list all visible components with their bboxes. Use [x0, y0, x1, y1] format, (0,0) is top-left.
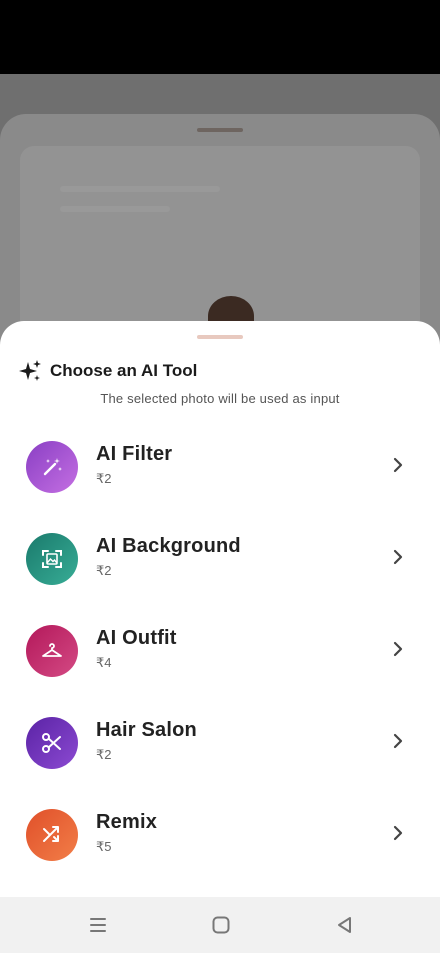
sheet-header: Choose an AI Tool	[18, 359, 197, 383]
chevron-right-icon	[393, 641, 403, 657]
tool-item-hair-salon[interactable]: Hair Salon ₹2	[0, 701, 440, 783]
home-icon[interactable]	[209, 913, 233, 937]
tool-price: ₹2	[96, 471, 112, 486]
tool-name: AI Background	[96, 535, 241, 557]
tool-item-remix[interactable]: Remix ₹5	[0, 793, 440, 875]
tool-item-ai-background[interactable]: AI Background ₹2	[0, 517, 440, 599]
menu-icon[interactable]	[86, 913, 110, 937]
image-frame-icon	[42, 550, 62, 568]
tool-name: Hair Salon	[96, 719, 197, 741]
back-icon[interactable]	[333, 913, 357, 937]
shuffle-icon	[43, 826, 59, 842]
tool-icon-badge	[26, 809, 78, 861]
tool-icon-badge	[26, 441, 78, 493]
tool-icon-badge	[26, 717, 78, 769]
background-sheet-handle	[197, 128, 243, 132]
tool-price: ₹4	[96, 655, 112, 670]
sheet-drag-handle[interactable]	[197, 335, 243, 339]
tool-name: Remix	[96, 811, 158, 833]
tool-name: AI Outfit	[96, 627, 177, 649]
chevron-right-icon	[393, 733, 403, 749]
tool-name: AI Filter	[96, 443, 173, 465]
tool-price: ₹2	[96, 747, 112, 762]
tool-price: ₹5	[96, 839, 112, 854]
chevron-right-icon	[393, 825, 403, 841]
hanger-icon	[42, 643, 62, 657]
ai-tool-bottom-sheet: Choose an AI Tool The selected photo wil…	[0, 321, 440, 953]
tool-item-ai-outfit[interactable]: AI Outfit ₹4	[0, 609, 440, 691]
sheet-title: Choose an AI Tool	[50, 361, 198, 380]
sheet-subtitle: The selected photo will be used as input	[100, 391, 340, 406]
tool-icon-badge	[26, 533, 78, 585]
sparkles-icon	[19, 360, 41, 381]
chevron-right-icon	[393, 549, 403, 565]
magic-wand-icon	[43, 458, 62, 476]
tool-icon-badge	[26, 625, 78, 677]
tool-item-ai-filter[interactable]: AI Filter ₹2	[0, 425, 440, 507]
chevron-right-icon	[393, 457, 403, 473]
tool-price: ₹2	[96, 563, 112, 578]
system-navigation-bar	[0, 897, 440, 953]
status-bar	[0, 0, 440, 74]
scissors-icon	[42, 733, 61, 753]
